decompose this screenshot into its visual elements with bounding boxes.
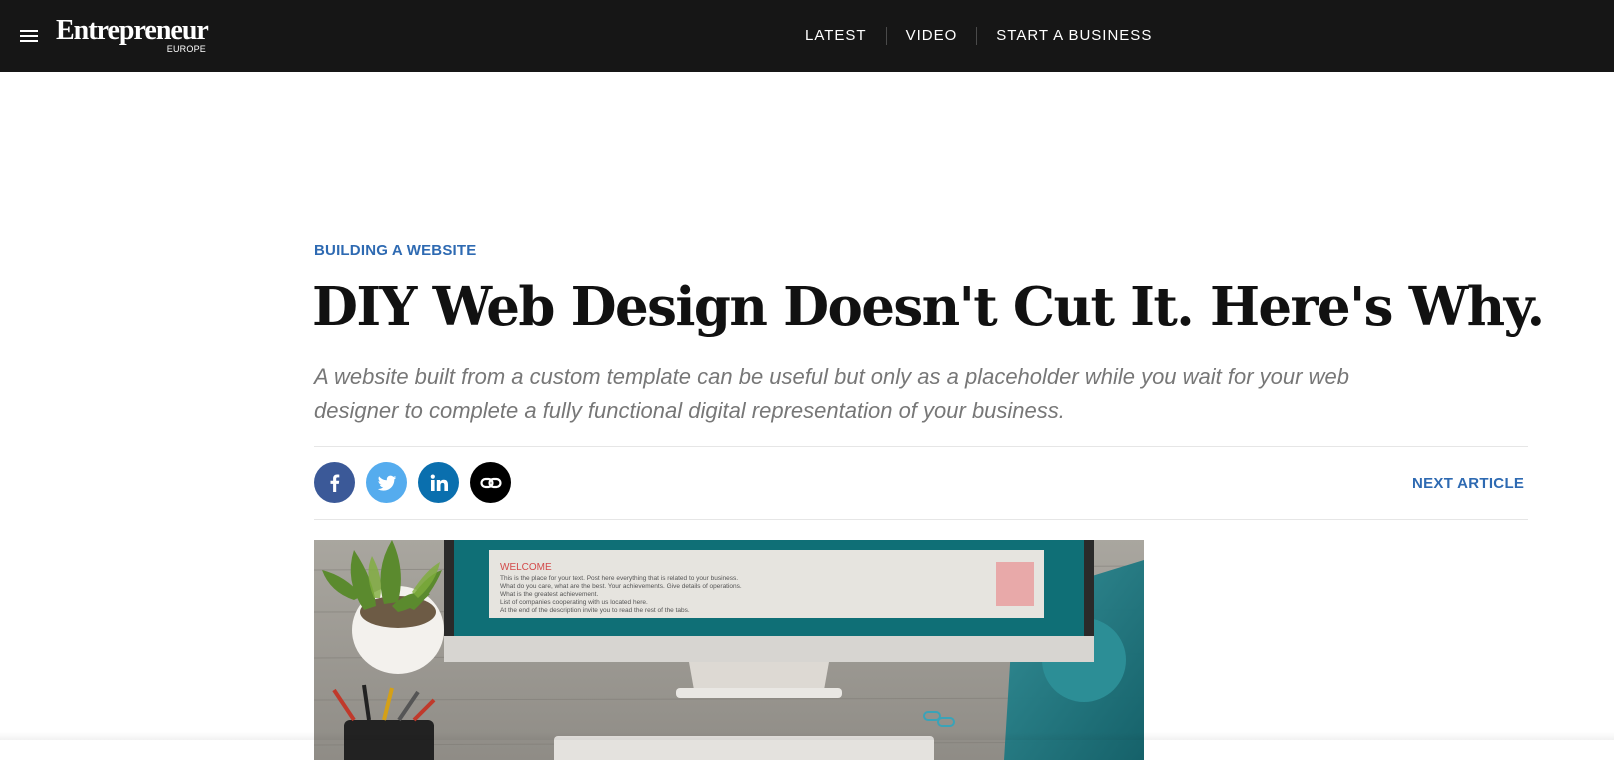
site-logo[interactable]: Entrepreneur EUROPE [56, 14, 209, 58]
next-article-link[interactable]: NEXT ARTICLE [1412, 474, 1524, 494]
facebook-icon [330, 474, 339, 492]
hero-screen-line: What do you care, what are the best. You… [500, 583, 742, 590]
primary-nav: LATEST VIDEO START A BUSINESS [790, 0, 1171, 72]
divider-bottom [314, 519, 1528, 520]
top-nav-bar: Entrepreneur EUROPE LATEST VIDEO START A… [0, 0, 1614, 72]
article-category-link[interactable]: BUILDING A WEBSITE [314, 241, 476, 261]
page-bottom-shadow [0, 732, 1614, 740]
copy-link-button[interactable] [470, 462, 511, 503]
hero-screen-line: List of companies cooperating with us lo… [500, 599, 648, 606]
hero-screen-line: What is the greatest achievement. [500, 591, 598, 598]
article-headline: DIY Web Design Doesn't Cut It. Here's Wh… [312, 276, 1545, 338]
twitter-share-button[interactable] [366, 462, 407, 503]
logo-edition: EUROPE [166, 44, 206, 54]
linkedin-share-button[interactable] [418, 462, 459, 503]
hero-screen-heading: WELCOME [500, 562, 552, 573]
logo-wordmark: Entrepreneur [56, 15, 209, 46]
share-buttons [314, 462, 511, 503]
facebook-share-button[interactable] [314, 462, 355, 503]
nav-link-latest[interactable]: LATEST [790, 27, 886, 45]
twitter-icon [377, 475, 396, 491]
hamburger-icon[interactable] [18, 24, 40, 46]
hero-screen-line: At the end of the description invite you… [500, 607, 690, 614]
nav-link-start-a-business[interactable]: START A BUSINESS [976, 27, 1171, 45]
link-icon [479, 477, 502, 488]
hero-screen-line: This is the place for your text. Post he… [500, 575, 738, 582]
article-hero-image: WELCOME This is the place for your text.… [314, 540, 1144, 760]
linkedin-icon [430, 474, 448, 491]
divider-top [314, 446, 1528, 447]
nav-link-video[interactable]: VIDEO [885, 27, 977, 45]
article-dek: A website built from a custom template c… [314, 364, 1349, 423]
